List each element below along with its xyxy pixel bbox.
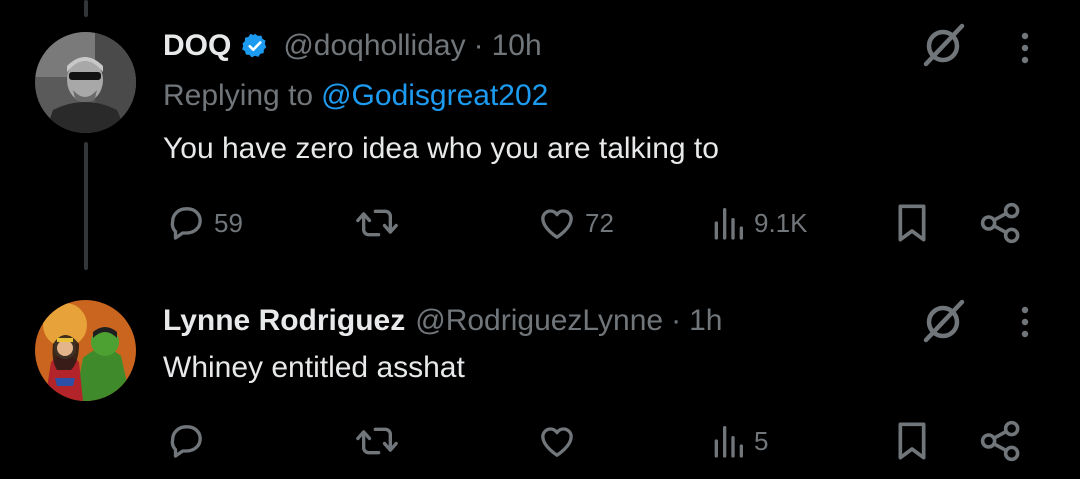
replying-to-label: Replying to <box>163 79 314 112</box>
tweet-header: Lynne Rodriguez @RodriguezLynne · 1h <box>163 301 722 341</box>
timestamp[interactable]: 10h <box>492 29 542 63</box>
tweet[interactable]: Lynne Rodriguez @RodriguezLynne · 1h Whi… <box>0 270 1080 479</box>
timestamp[interactable]: 1h <box>689 304 722 338</box>
bookmark-icon <box>898 422 926 460</box>
share-icon <box>980 420 1020 462</box>
like-button[interactable] <box>537 418 585 464</box>
like-count: 72 <box>585 207 614 238</box>
share-button[interactable] <box>978 418 1024 464</box>
views-button[interactable]: 9.1K <box>710 200 808 246</box>
bookmark-button[interactable] <box>892 200 932 246</box>
share-icon <box>980 202 1020 244</box>
tweet-text: Whiney entitled asshat <box>163 351 465 384</box>
thread-line <box>84 142 88 270</box>
verified-badge-icon <box>241 32 269 60</box>
replying-to: Replying to @Godisgreat202 <box>163 79 548 113</box>
display-name[interactable]: Lynne Rodriguez <box>163 304 405 338</box>
like-button[interactable]: 72 <box>537 200 614 246</box>
views-count: 9.1K <box>754 207 808 238</box>
share-button[interactable] <box>978 200 1024 246</box>
tweet[interactable]: DOQ @doqholliday · 10h Replying to @Godis… <box>0 0 1080 270</box>
tweet-text: You have zero idea who you are talking t… <box>163 132 719 165</box>
mention-link[interactable]: @Godisgreat202 <box>321 79 548 112</box>
retweet-icon <box>356 427 398 455</box>
views-button[interactable]: 5 <box>710 418 768 464</box>
reply-count: 59 <box>214 207 243 238</box>
handle[interactable]: @RodriguezLynne <box>415 304 663 338</box>
grok-icon[interactable] <box>918 296 968 346</box>
reply-bubble-icon <box>170 425 202 458</box>
retweet-icon <box>356 209 398 237</box>
thread-line <box>84 0 88 17</box>
views-bar-chart-icon <box>714 208 743 240</box>
retweet-button[interactable] <box>355 418 407 464</box>
display-name[interactable]: DOQ <box>163 29 231 63</box>
more-vertical-icon[interactable] <box>1013 302 1037 342</box>
grok-icon[interactable] <box>918 20 968 70</box>
avatar[interactable] <box>35 32 136 133</box>
views-count: 5 <box>754 425 769 456</box>
bookmark-button[interactable] <box>892 418 932 464</box>
retweet-button[interactable] <box>355 200 407 246</box>
reply-button[interactable] <box>166 418 214 464</box>
heart-icon <box>541 427 573 457</box>
handle[interactable]: @doqholliday <box>283 29 465 63</box>
heart-icon <box>541 209 573 239</box>
reply-bubble-icon <box>170 207 202 240</box>
separator-dot: · <box>473 29 484 62</box>
separator-dot: · <box>671 304 682 337</box>
reply-button[interactable]: 59 <box>166 200 243 246</box>
tweet-header: DOQ @doqholliday · 10h <box>163 26 542 66</box>
avatar[interactable] <box>35 300 136 401</box>
views-bar-chart-icon <box>714 426 743 458</box>
more-vertical-icon[interactable] <box>1013 28 1037 68</box>
bookmark-icon <box>898 204 926 242</box>
